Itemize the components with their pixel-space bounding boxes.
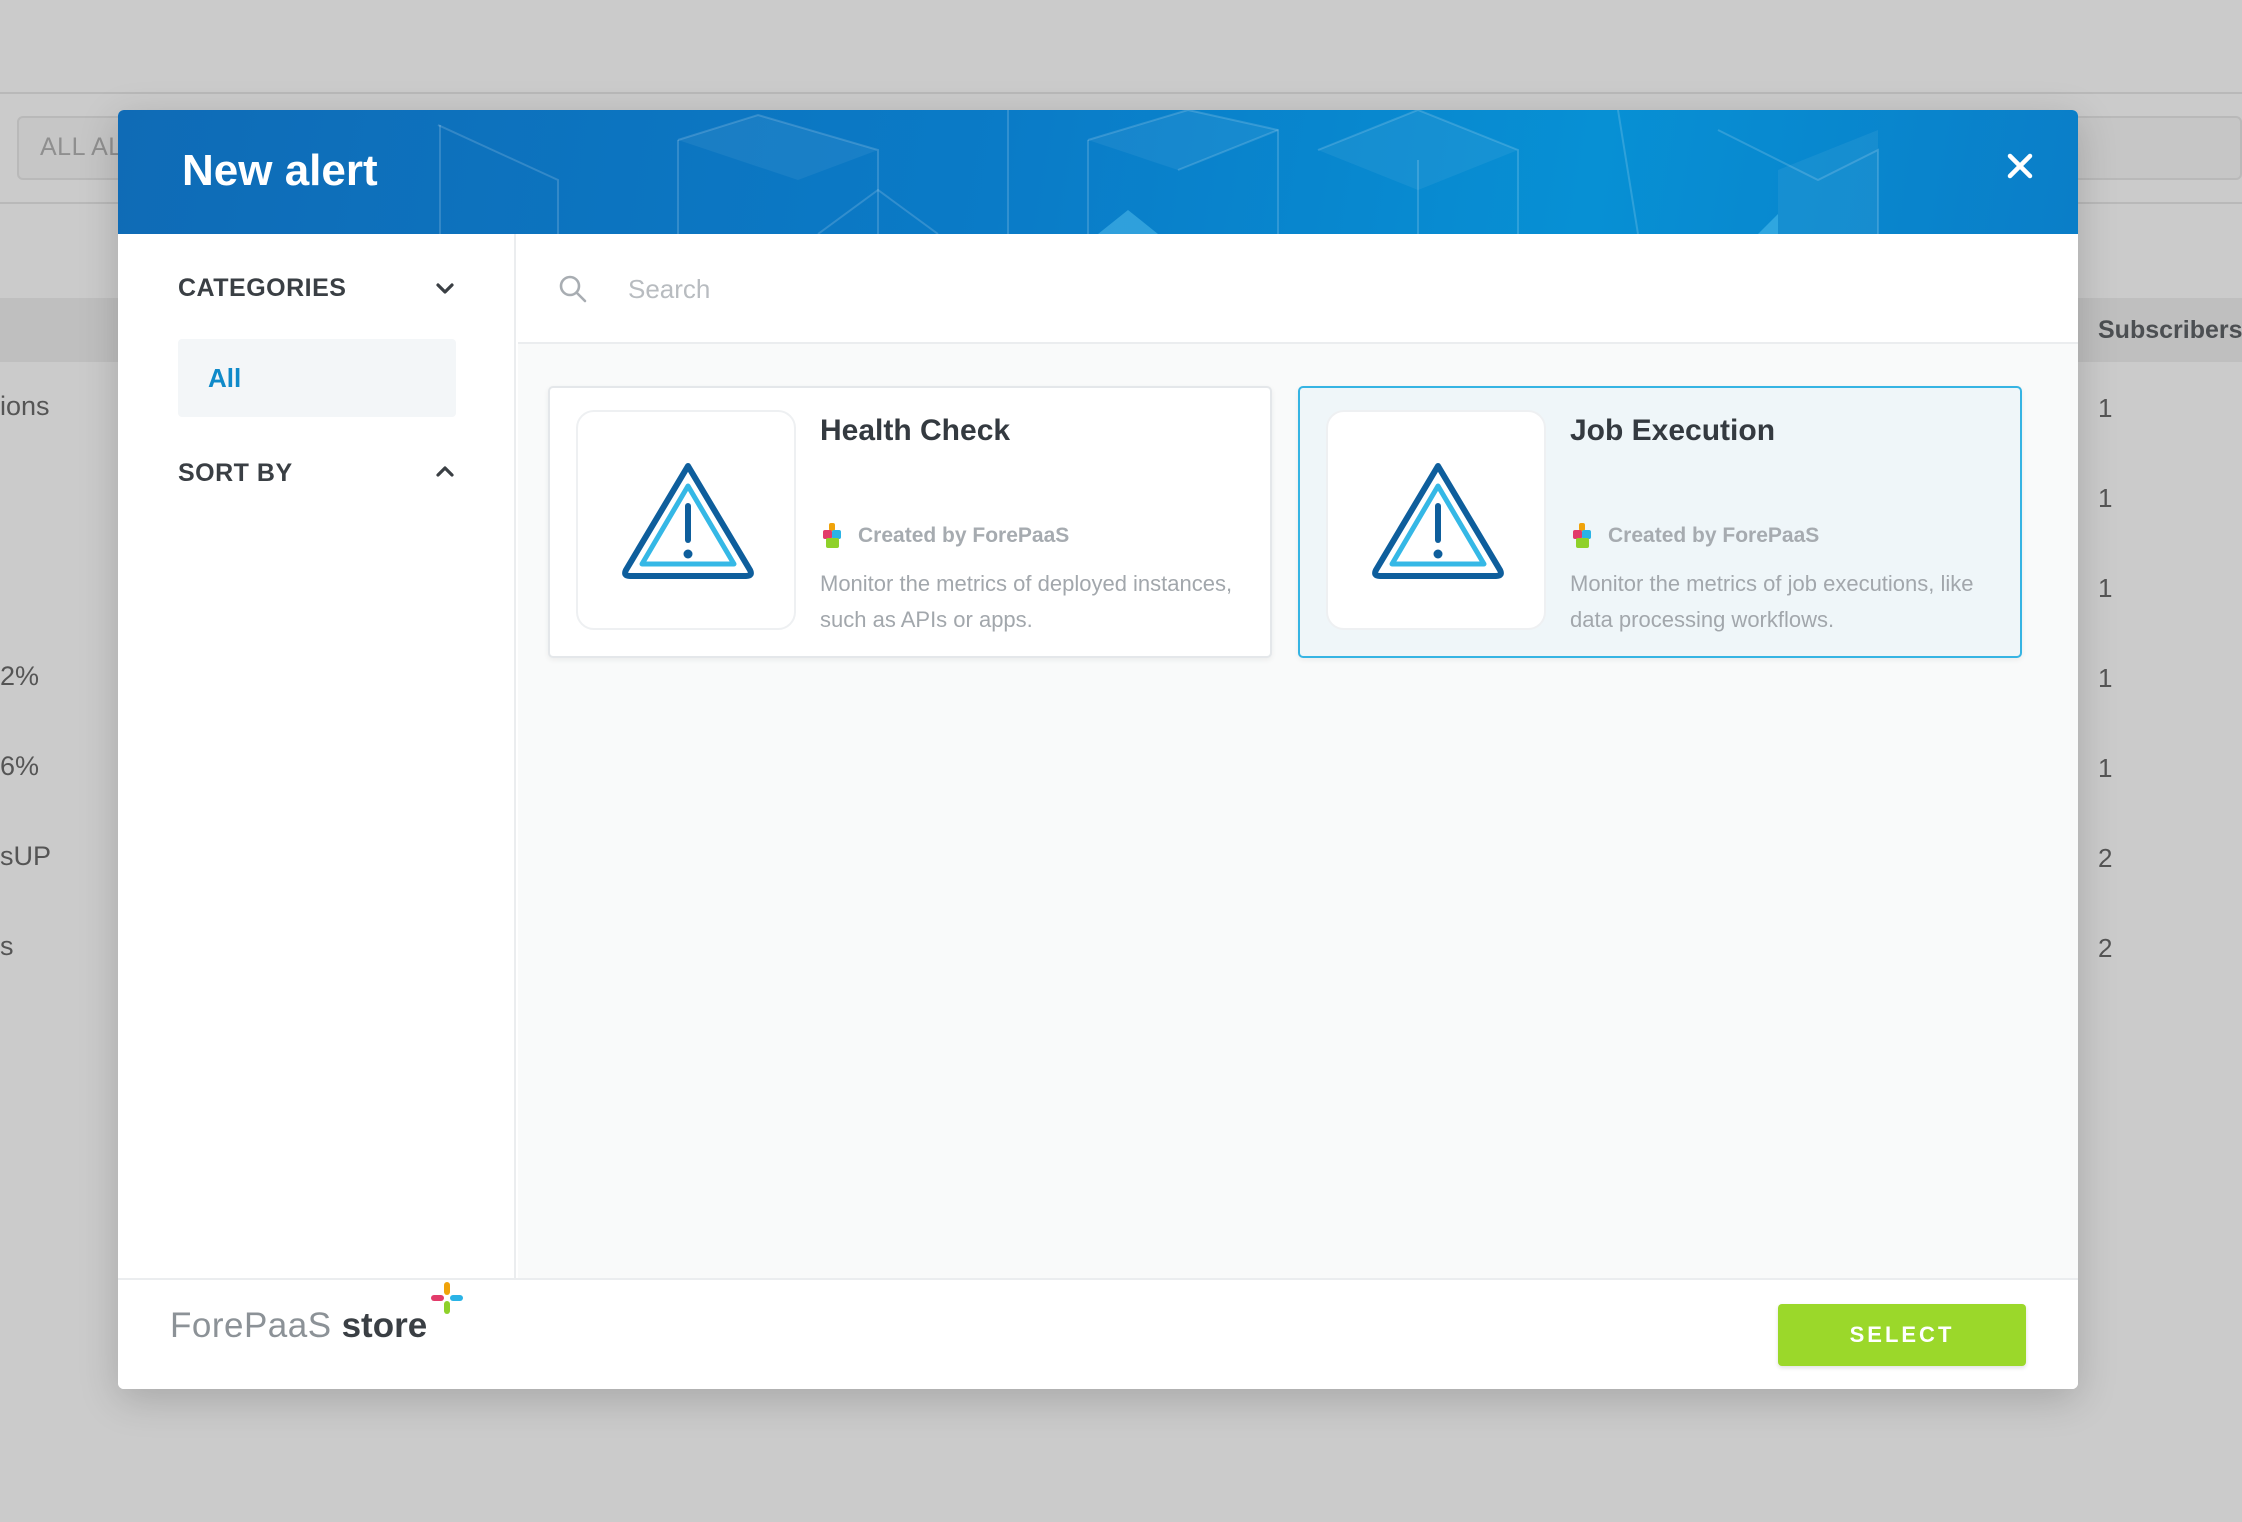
- background-filter-label: ALL AL: [40, 133, 123, 161]
- header-cube-pattern: [437, 110, 1879, 234]
- forepaas-logo-icon: [1573, 523, 1591, 548]
- select-button[interactable]: SELECT: [1778, 1304, 2026, 1366]
- chevron-up-icon[interactable]: [434, 460, 456, 482]
- search-input[interactable]: [628, 264, 2028, 314]
- card-title: Health Check: [820, 414, 1011, 447]
- forepaas-store-logo: ForePaaS store: [170, 1282, 465, 1346]
- alert-card-health-check[interactable]: Health Check Created by ForePaaS Monitor…: [548, 386, 1272, 658]
- category-item-all[interactable]: All: [178, 339, 456, 417]
- card-description: Monitor the metrics of job executions, l…: [1570, 571, 1974, 632]
- modal-header: New alert: [118, 110, 2078, 234]
- background-subscriber-count: 1: [2098, 663, 2113, 693]
- new-alert-modal: New alert CATEGORIES All SORT BY Search …: [118, 110, 2078, 1389]
- background-subscriber-count: 1: [2098, 573, 2113, 603]
- search-icon: [559, 275, 587, 303]
- background-subscribers-header: Subscribers: [2098, 316, 2242, 344]
- filter-sidebar: CATEGORIES All SORT BY: [118, 234, 516, 1278]
- background-subscriber-count: 1: [2098, 393, 2113, 423]
- close-button[interactable]: [1996, 142, 2044, 190]
- background-table-cell: sUP: [0, 841, 52, 871]
- store-main-panel: Health Check Created by ForePaaS Monitor…: [518, 234, 2078, 1278]
- background-table-cell: s: [0, 931, 14, 961]
- background-subscriber-count: 2: [2098, 843, 2113, 873]
- close-icon: [2007, 153, 2033, 179]
- search-bar: [518, 234, 2078, 344]
- category-item-label: All: [208, 363, 242, 393]
- modal-footer: ForePaaS store SELECT: [118, 1278, 2078, 1389]
- brand-name: ForePaaS: [170, 1306, 332, 1345]
- background-subscriber-count: 1: [2098, 483, 2113, 513]
- categories-heading[interactable]: CATEGORIES: [178, 274, 346, 303]
- background-subscriber-count: 1: [2098, 753, 2113, 783]
- background-subscriber-count: 2: [2098, 933, 2113, 963]
- card-description: Monitor the metrics of deployed instance…: [820, 571, 1233, 632]
- card-icon-box: [576, 410, 796, 630]
- chevron-down-icon[interactable]: [434, 278, 456, 300]
- background-table-cell: ions: [0, 391, 50, 421]
- brand-plus-icon: [431, 1282, 464, 1314]
- warning-icon: [622, 463, 754, 579]
- brand-store: store: [341, 1306, 428, 1345]
- card-creator-label: Created by ForePaaS: [1608, 524, 1820, 547]
- warning-icon: [1372, 463, 1504, 579]
- sort-by-heading[interactable]: SORT BY: [178, 459, 293, 488]
- background-divider: [0, 92, 2242, 94]
- card-title: Job Execution: [1570, 414, 1776, 447]
- alert-card-job-execution[interactable]: Job Execution Created by ForePaaS Monito…: [1298, 386, 2022, 658]
- background-table-cell: 6%: [0, 751, 40, 781]
- card-creator: Created by ForePaaS: [1570, 518, 1819, 554]
- background-table-cell: 2%: [0, 661, 40, 691]
- card-icon-box: [1326, 410, 1546, 630]
- forepaas-logo-icon: [823, 523, 841, 548]
- card-creator-label: Created by ForePaaS: [858, 524, 1070, 547]
- card-creator: Created by ForePaaS: [820, 518, 1069, 554]
- modal-title: New alert: [182, 146, 378, 195]
